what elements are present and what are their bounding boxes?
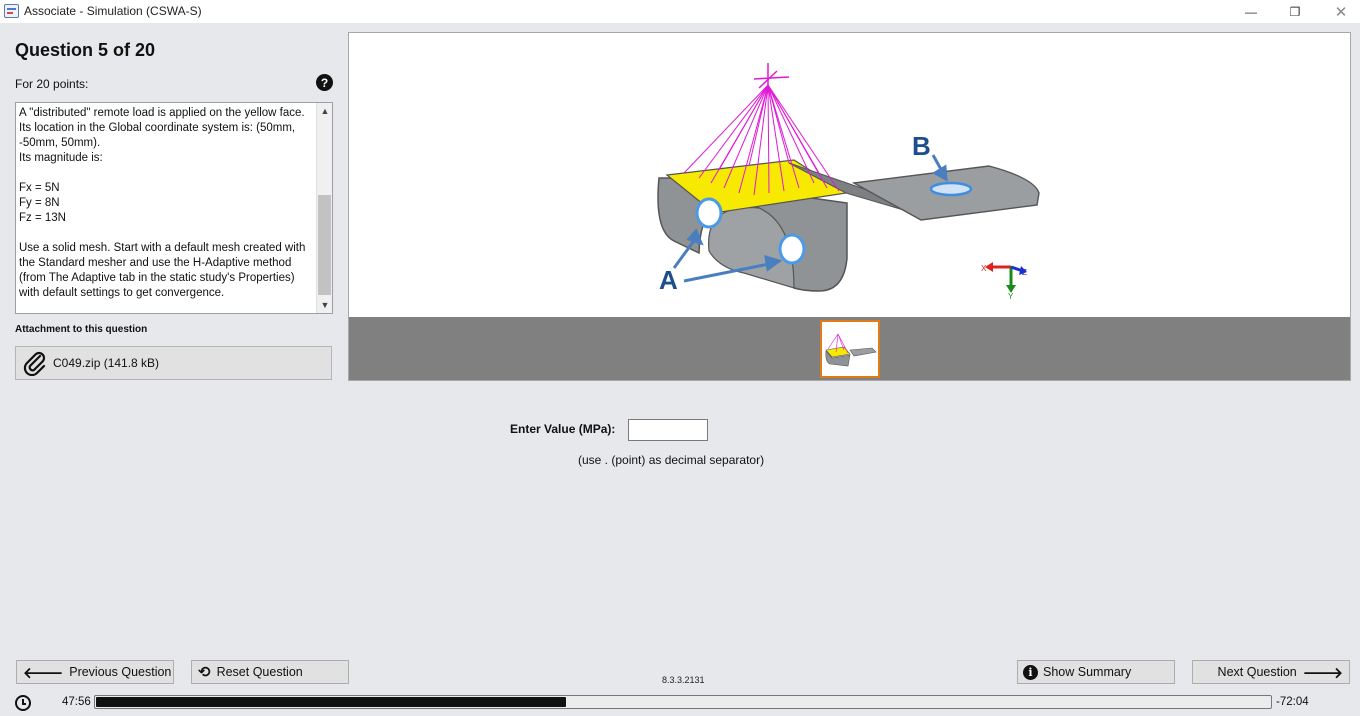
previous-question-label: Previous Question — [69, 665, 172, 679]
attachment-filename: C049.zip (141.8 kB) — [53, 356, 160, 370]
scroll-down-icon[interactable]: ▼ — [317, 297, 332, 313]
attachment-label: Attachment to this question — [15, 324, 148, 335]
version-label: 8.3.3.2131 — [662, 675, 705, 685]
minimize-button[interactable]: — — [1228, 0, 1274, 23]
help-icon[interactable]: ? — [316, 74, 333, 91]
arrow-left-icon: 🡐 — [23, 664, 64, 682]
remaining-time: -72:04 — [1276, 696, 1309, 708]
image-thumbnail[interactable] — [820, 320, 880, 378]
hole-a2 — [778, 233, 806, 265]
window-title: Associate - Simulation (CSWA-S) — [24, 4, 202, 18]
next-question-label: Next Question — [1217, 665, 1297, 679]
clock-icon — [15, 695, 31, 711]
time-progress-bar — [94, 695, 1272, 709]
close-button[interactable]: ✕ — [1318, 0, 1360, 23]
remote-load-point — [753, 63, 790, 93]
question-text: A "distributed" remote load is applied o… — [19, 107, 306, 299]
reset-icon: ⟲ — [198, 664, 211, 681]
question-title: Question 5 of 20 — [15, 40, 156, 60]
decimal-hint: (use . (point) as decimal separator) — [578, 453, 765, 467]
model-drawing: A B X Y Z — [657, 63, 1040, 301]
answer-label: Enter Value (MPa): — [510, 422, 616, 436]
hole-b — [929, 181, 973, 197]
scroll-thumb[interactable] — [318, 195, 331, 295]
points-label: For 20 points: — [15, 77, 89, 91]
axis-triad: X Y Z — [981, 262, 1027, 301]
maximize-button[interactable]: ❐ — [1272, 0, 1318, 23]
attachment-button[interactable]: C049.zip (141.8 kB) — [15, 346, 332, 380]
next-question-button[interactable]: Next Question 🡒 — [1192, 660, 1350, 684]
label-b: B — [912, 131, 931, 161]
paperclip-icon — [23, 351, 46, 376]
arrow-right-icon: 🡒 — [1302, 664, 1343, 682]
info-icon: i — [1023, 664, 1038, 680]
model-image: A B X Y Z — [349, 33, 1350, 317]
axis-y-label: Y — [1008, 292, 1014, 301]
label-a: A — [659, 265, 678, 295]
reset-question-button[interactable]: ⟲ Reset Question — [191, 660, 349, 684]
title-bar: Associate - Simulation (CSWA-S) — ❐ ✕ — [0, 0, 1360, 23]
previous-question-button[interactable]: 🡐 Previous Question — [16, 660, 174, 684]
axis-x-label: X — [981, 264, 987, 273]
question-text-box[interactable]: A "distributed" remote load is applied o… — [15, 102, 333, 314]
axis-z-label: Z — [1022, 268, 1027, 277]
show-summary-label: Show Summary — [1043, 665, 1132, 679]
scroll-up-icon[interactable]: ▲ — [317, 103, 332, 119]
show-summary-button[interactable]: i Show Summary — [1017, 660, 1175, 684]
answer-input[interactable] — [628, 419, 708, 441]
app-icon — [4, 4, 19, 18]
image-viewer[interactable]: A B X Y Z — [348, 32, 1351, 381]
elapsed-time: 47:56 — [62, 696, 91, 708]
question-scrollbar[interactable]: ▲ ▼ — [316, 103, 332, 313]
thumbnail-strip — [349, 317, 1350, 380]
time-progress-fill — [96, 697, 566, 707]
reset-question-label: Reset Question — [216, 665, 303, 679]
hole-a1 — [695, 197, 723, 229]
